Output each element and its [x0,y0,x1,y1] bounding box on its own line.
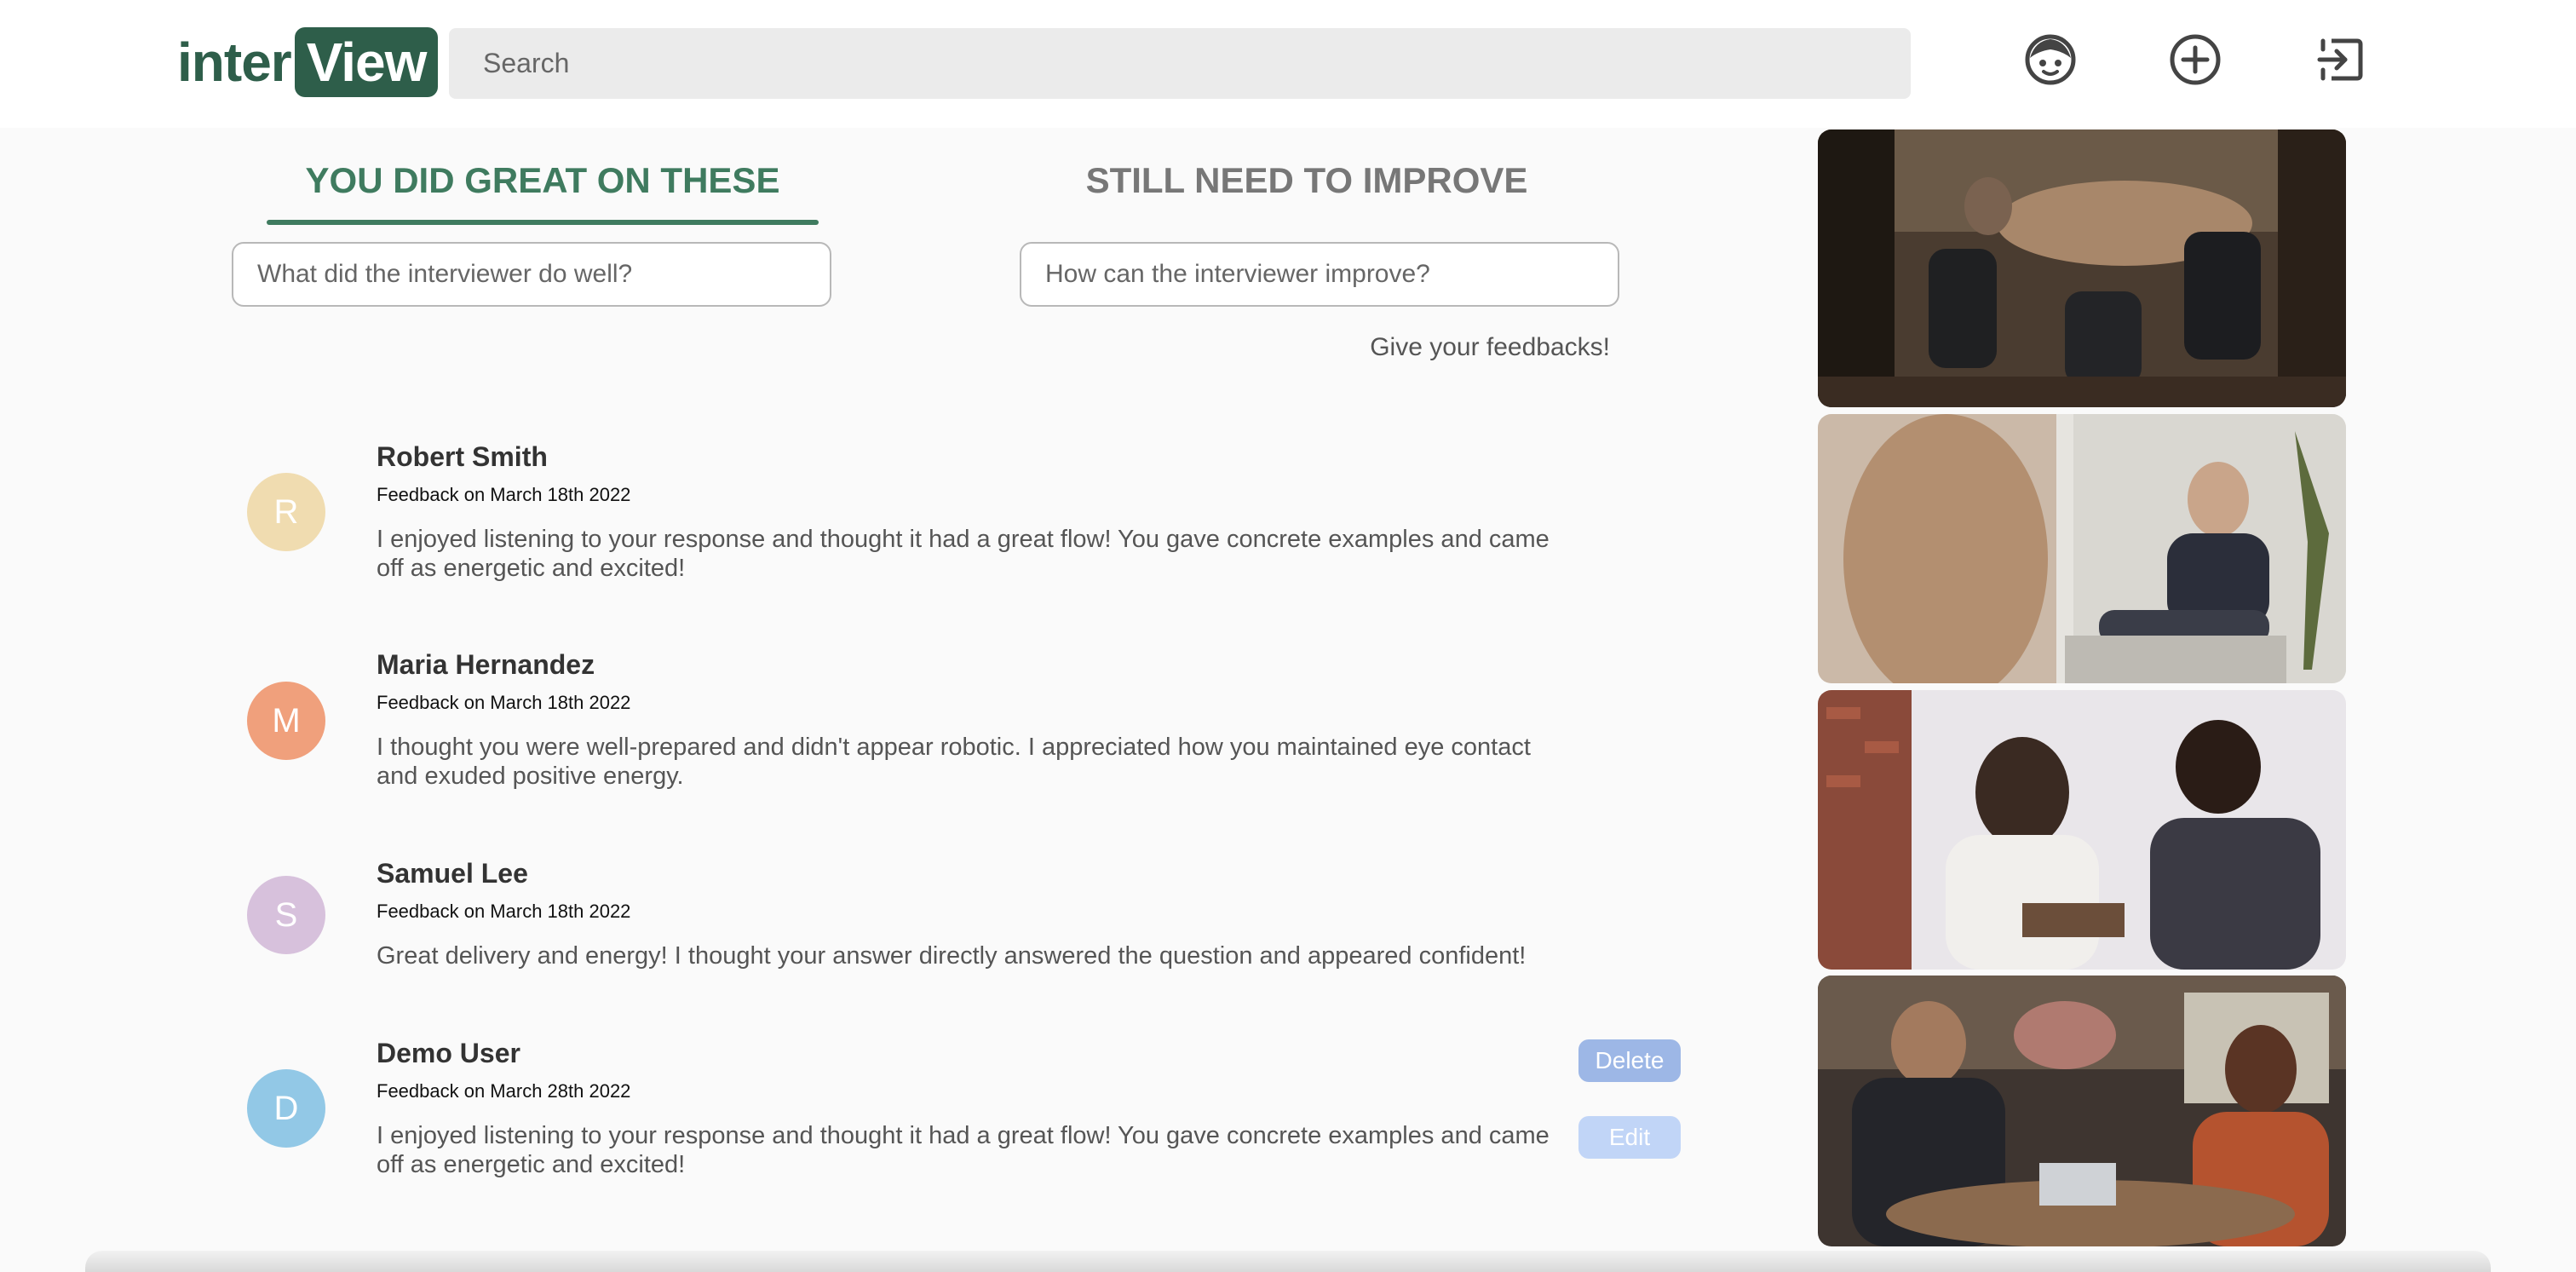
delete-button[interactable]: Delete [1578,1039,1681,1082]
avatar: S [247,876,325,954]
feedback-date: Feedback on March 28th 2022 [377,1080,631,1102]
search-input[interactable] [449,28,1911,99]
tab-need-improve[interactable]: STILL NEED TO IMPROVE [1031,160,1583,201]
feedback-author: Samuel Lee [377,858,528,889]
feedback-text: I enjoyed listening to your response and… [377,526,1550,582]
avatar: M [247,682,325,760]
feedback-text: I enjoyed listening to your response and… [377,1122,1550,1178]
feedback-text: I thought you were well-prepared and did… [377,734,1531,790]
feedback-text: Great delivery and energy! I thought you… [377,942,1527,970]
logout-icon [2317,38,2363,81]
logout-button[interactable] [2311,31,2369,89]
did-well-input[interactable] [232,242,831,307]
tab-did-great[interactable]: YOU DID GREAT ON THESE [267,160,819,201]
feedback-author: Robert Smith [377,441,548,472]
active-tab-indicator [267,220,819,225]
avatar: D [247,1069,325,1148]
improve-input[interactable] [1020,242,1619,307]
feedback-date: Feedback on March 18th 2022 [377,901,631,922]
photo-cafe-meeting [1818,976,2346,1246]
profile-button[interactable] [2021,31,2079,89]
photo-two-women [1818,690,2346,970]
logo-text-inter: inter [177,32,292,93]
app-logo[interactable]: inter View [177,27,439,97]
footer-edge [85,1251,2491,1272]
user-face-icon [2025,34,2076,85]
app-header: inter View [0,0,2576,128]
feedback-date: Feedback on March 18th 2022 [377,692,631,713]
logo-text-view: View [294,27,439,97]
add-button[interactable] [2166,31,2224,89]
give-feedback-link[interactable]: Give your feedbacks! [1278,333,1610,362]
avatar: R [247,473,325,551]
photo-interview-man [1818,414,2346,683]
feedback-author: Maria Hernandez [377,649,595,680]
feedback-date: Feedback on March 18th 2022 [377,484,631,505]
edit-button[interactable]: Edit [1578,1116,1681,1159]
feedback-author: Demo User [377,1038,520,1068]
add-circle-icon [2170,34,2221,85]
photo-cafe-table [1818,130,2346,407]
